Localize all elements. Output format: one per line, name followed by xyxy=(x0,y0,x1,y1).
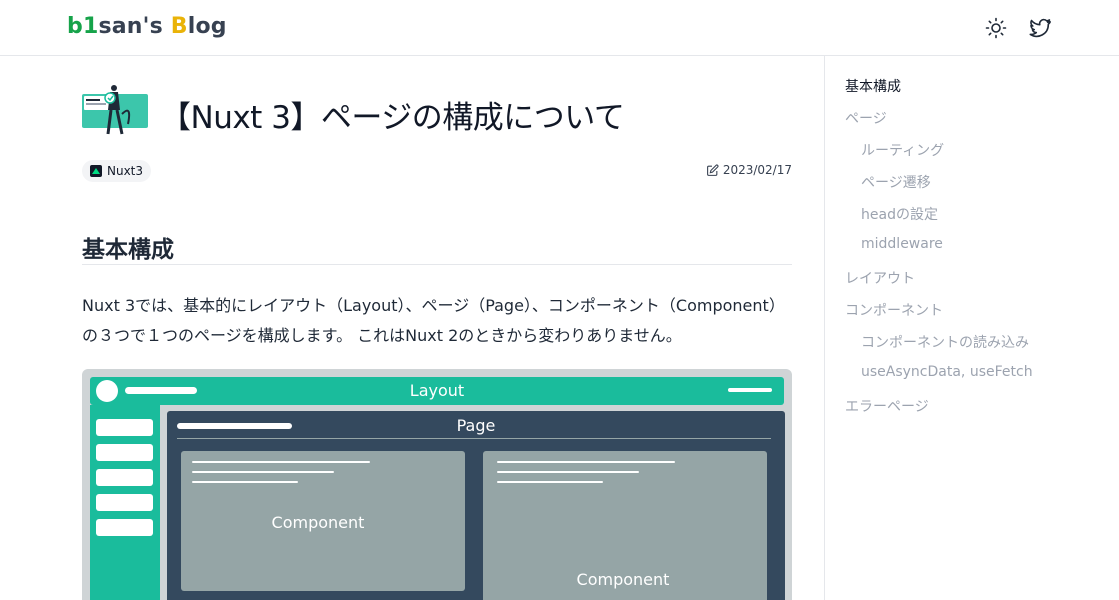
component-placeholder-line xyxy=(497,461,675,463)
article-title: 【Nuxt 3】ページの構成について xyxy=(160,100,625,136)
tag-label: Nuxt3 xyxy=(107,164,144,178)
logo-part: 1 xyxy=(82,14,99,39)
layout-sidebar-item xyxy=(96,494,153,511)
layout-sidebar-item xyxy=(96,444,153,461)
component-placeholder-line xyxy=(192,461,370,463)
logo-part: san's xyxy=(98,14,171,39)
site-logo[interactable]: b1san's Blog xyxy=(67,14,227,39)
article-paragraph: Nuxt 3では、基本的にレイアウト（Layout）、ページ（Page）、コンポ… xyxy=(82,296,785,345)
toc-item[interactable]: レイアウト xyxy=(845,268,915,288)
nuxt-icon xyxy=(90,165,102,177)
twitter-icon[interactable] xyxy=(1028,16,1052,40)
page-label: Page xyxy=(456,416,496,435)
date-text: 2023/02/17 xyxy=(722,163,792,177)
published-date: 2023/02/17 xyxy=(706,163,792,177)
page-structure-diagram: Layout Page Component Component xyxy=(82,369,792,600)
logo-part: log xyxy=(187,14,227,39)
toc-item[interactable]: エラーページ xyxy=(845,396,929,416)
toc-item[interactable]: コンポーネント xyxy=(845,300,943,320)
component-label-left: Component xyxy=(271,513,365,532)
heading-divider xyxy=(82,264,792,265)
layout-sidebar-item xyxy=(96,419,153,436)
page-divider xyxy=(177,438,771,439)
component-placeholder-line xyxy=(192,481,298,483)
logo-part: B xyxy=(170,14,188,39)
layout-sidebar-item xyxy=(96,469,153,486)
layout-sidebar-item xyxy=(96,519,153,536)
toc-item[interactable]: useAsyncData, useFetch xyxy=(861,364,1033,380)
tag-badge[interactable]: Nuxt3 xyxy=(82,160,152,182)
component-placeholder-line xyxy=(192,471,334,473)
component-label-right: Component xyxy=(576,570,670,589)
component-placeholder-line xyxy=(497,481,603,483)
toc-item[interactable]: headの設定 xyxy=(861,204,938,224)
toc-item[interactable]: ページ xyxy=(845,108,887,128)
layout-label: Layout xyxy=(409,381,465,400)
toc-item[interactable]: ルーティング xyxy=(861,140,944,160)
toc-item[interactable]: コンポーネントの読み込み xyxy=(861,332,1029,352)
toc-item[interactable]: 基本構成 xyxy=(845,76,901,96)
article-thumbnail xyxy=(82,84,148,140)
component-placeholder-line xyxy=(497,471,639,473)
toc-divider xyxy=(824,56,825,600)
toc-item[interactable]: ページ遷移 xyxy=(861,172,931,192)
site-header: b1san's Blog xyxy=(0,0,1119,56)
section-heading: 基本構成 xyxy=(82,237,174,263)
toc-item[interactable]: middleware xyxy=(861,236,943,252)
sun-icon[interactable] xyxy=(984,16,1008,40)
logo-part: b xyxy=(67,14,83,39)
edit-icon xyxy=(706,163,719,176)
